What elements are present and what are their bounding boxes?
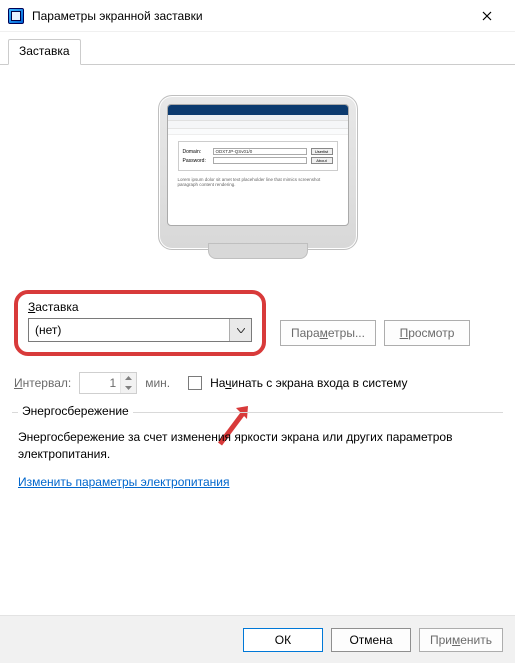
titlebar: Параметры экранной заставки xyxy=(0,0,515,32)
tab-strip: Заставка xyxy=(0,32,515,65)
interval-unit: мин. xyxy=(145,376,170,390)
settings-button[interactable]: Параметры... xyxy=(280,320,376,346)
chevron-up-icon xyxy=(125,376,132,380)
screensaver-row: Заставка (нет) Параметры... Просмотр xyxy=(12,290,503,356)
chevron-down-icon xyxy=(125,386,132,390)
dialog-footer: ОК Отмена Применить xyxy=(0,615,515,663)
login-screen-checkbox-label: Начинать с экрана входа в систему xyxy=(210,376,407,390)
page-body: Domain: ODXTJP-QSv01/0 Userlist Password… xyxy=(0,65,515,499)
preview-field-password xyxy=(213,157,307,164)
chevron-down-icon xyxy=(237,328,245,333)
screensaver-select[interactable]: (нет) xyxy=(28,318,252,342)
preview-btn-about: About xyxy=(311,157,333,164)
power-settings-link[interactable]: Изменить параметры электропитания xyxy=(18,475,229,489)
screensaver-select-value: (нет) xyxy=(29,321,229,339)
highlight-annotation: Заставка (нет) xyxy=(14,290,266,356)
close-icon xyxy=(482,11,492,21)
spin-down[interactable] xyxy=(121,383,136,393)
preview-screen: Domain: ODXTJP-QSv01/0 Userlist Password… xyxy=(167,104,349,226)
interval-row: Интервал: мин. Начинать с экрана входа в… xyxy=(14,372,501,394)
spin-up[interactable] xyxy=(121,373,136,383)
interval-input[interactable] xyxy=(80,373,120,393)
power-legend: Энергосбережение xyxy=(18,404,133,418)
preview-label-domain: Domain: xyxy=(183,149,209,155)
login-screen-checkbox[interactable] xyxy=(188,376,202,390)
ok-button[interactable]: ОК xyxy=(243,628,323,652)
window-title: Параметры экранной заставки xyxy=(32,9,465,23)
screensaver-label: Заставка xyxy=(28,300,252,314)
screensaver-icon xyxy=(8,8,24,24)
preview-button[interactable]: Просмотр xyxy=(384,320,470,346)
power-text: Энергосбережение за счет изменения яркос… xyxy=(18,429,497,464)
power-group: Энергосбережение Энергосбережение за сче… xyxy=(12,412,503,499)
interval-label: Интервал: xyxy=(14,376,71,390)
interval-spinner[interactable] xyxy=(79,372,137,394)
tab-screensaver[interactable]: Заставка xyxy=(8,39,81,65)
screensaver-select-chevron[interactable] xyxy=(229,319,251,341)
apply-button[interactable]: Применить xyxy=(419,628,503,652)
close-button[interactable] xyxy=(465,2,509,30)
preview-field-domain: ODXTJP-QSv01/0 xyxy=(213,148,307,155)
preview-btn-userlist: Userlist xyxy=(311,148,333,155)
preview-label-password: Password: xyxy=(183,158,209,164)
preview-area: Domain: ODXTJP-QSv01/0 Userlist Password… xyxy=(12,73,503,290)
preview-monitor: Domain: ODXTJP-QSv01/0 Userlist Password… xyxy=(158,95,358,250)
cancel-button[interactable]: Отмена xyxy=(331,628,411,652)
